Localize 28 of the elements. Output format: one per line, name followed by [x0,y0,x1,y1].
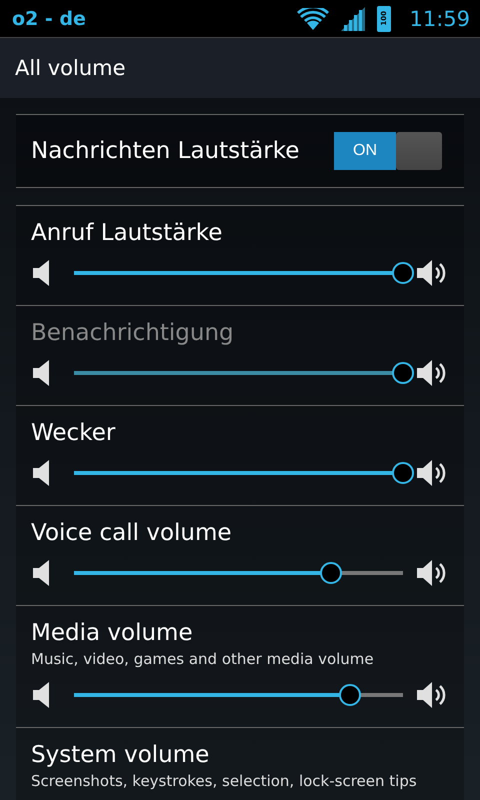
speaker-icon [33,260,51,286]
speaker-icon [33,560,51,586]
setting-title: Voice call volume [31,520,233,546]
setting-title: Media volume [31,620,194,646]
setting-title: System volume [31,742,210,768]
carrier-name: o2 - de [12,8,86,30]
setting-title: Wecker [31,420,116,446]
speaker-icon [33,460,51,486]
slider-thumb[interactable] [339,684,362,706]
wifi-icon [297,8,330,30]
slider-thumb[interactable] [392,262,414,284]
speaker-loud-icon [417,359,447,387]
speaker-loud-icon [417,259,447,287]
setting-title: Nachrichten Lautstärke [31,138,300,164]
speaker-icon [33,682,51,708]
speaker-loud-icon [417,559,447,587]
screen-title: All volume [15,56,126,80]
slider-thumb[interactable] [320,562,342,584]
speaker-icon [33,360,51,386]
setting-description: Music, video, games and other media volume [31,650,375,668]
speaker-loud-icon [417,459,447,487]
signal-icon [341,6,366,30]
slider-thumb[interactable] [392,462,414,484]
speaker-loud-icon [417,681,447,709]
setting-title: Benachrichtigung [31,320,235,346]
setting-description: Screenshots, keystrokes, selection, lock-screen tips [31,772,418,790]
clock: 11:59 [409,6,470,30]
setting-title: Anruf Lautstärke [31,220,224,246]
